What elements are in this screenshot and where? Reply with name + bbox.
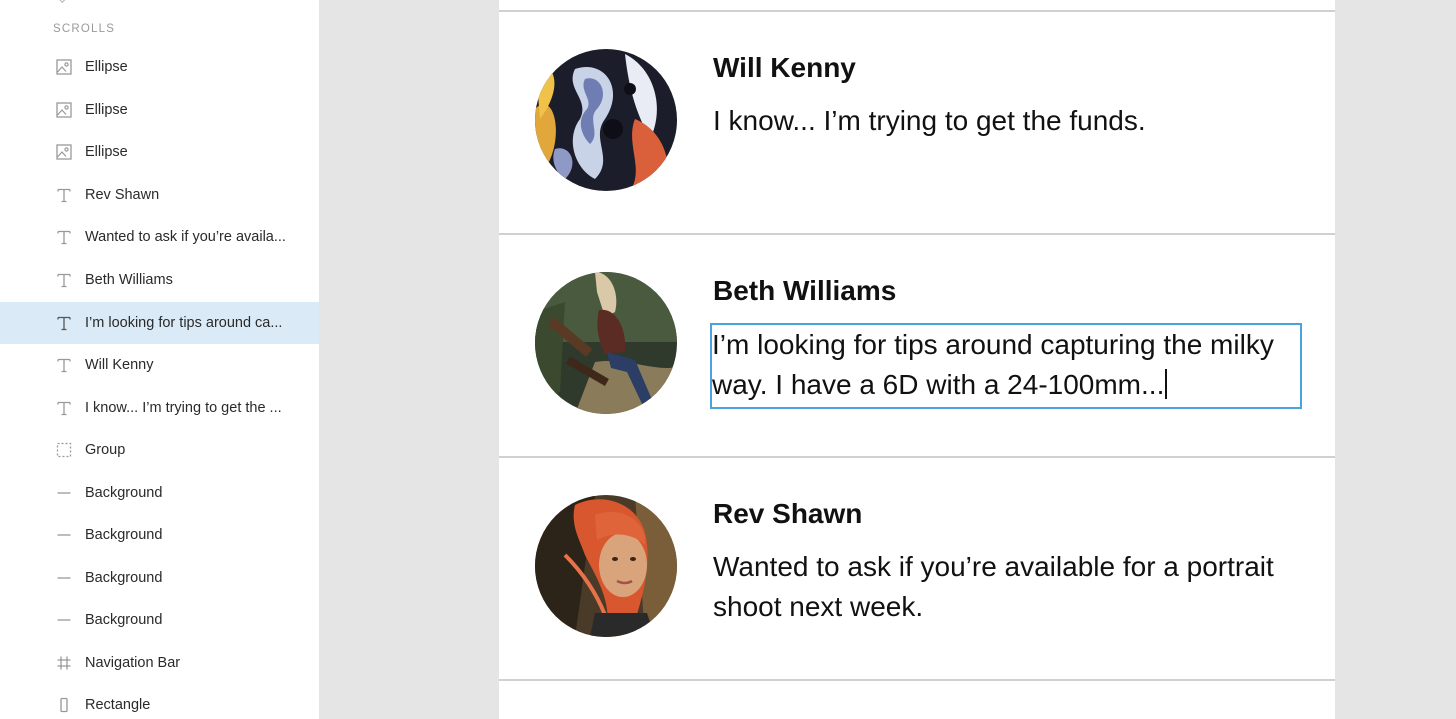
layer-item-looking-for-tips[interactable]: I’m looking for tips around ca... [0,302,319,344]
layer-item-navigation-bar[interactable]: Navigation Bar [0,642,319,684]
layer-item-ellipse-1[interactable]: Ellipse [0,46,319,88]
layers-section-title: SCROLLS [53,23,116,35]
layer-label: Background [85,527,163,543]
avatar[interactable] [535,495,677,637]
avatar[interactable] [535,49,677,191]
layer-label: Will Kenny [85,357,154,373]
text-icon [55,315,72,332]
message-sender-name[interactable]: Will Kenny [713,52,856,84]
layer-item-beth-williams[interactable]: Beth Williams [0,259,319,301]
layer-item-background-4[interactable]: Background [0,599,319,641]
layer-label: Beth Williams [85,272,173,288]
layer-label: Ellipse [85,144,128,160]
layers-panel: SCROLLS Ellipse Ellipse Ellipse Rev Shaw… [0,0,319,719]
layer-label: Ellipse [85,102,128,118]
layer-label: Background [85,612,163,628]
layer-item-i-know[interactable]: I know... I’m trying to get the ... [0,387,319,429]
line-icon [55,612,72,629]
line-icon [55,485,72,502]
layer-label: Ellipse [85,59,128,75]
text-icon [55,400,72,417]
message-row[interactable]: Rev Shawn Wanted to ask if you’re availa… [499,458,1335,679]
text-icon [55,187,72,204]
frame-icon [55,655,72,672]
image-icon [55,102,72,119]
text-caret [1165,369,1168,399]
layer-item-group[interactable]: Group [0,429,319,471]
layer-label: Wanted to ask if you’re availa... [85,229,286,245]
text-icon [55,272,72,289]
message-row[interactable]: Will Kenny I know... I’m trying to get t… [499,12,1335,233]
layer-item-background-3[interactable]: Background [0,557,319,599]
layer-label: Background [85,485,163,501]
layer-label: Rev Shawn [85,187,160,203]
line-icon [55,527,72,544]
layer-item-ellipse-2[interactable]: Ellipse [0,89,319,131]
message-row[interactable]: Beth Williams I’m looking for tips aroun… [499,235,1335,456]
layer-label: Rectangle [85,697,151,713]
line-icon [55,570,72,587]
image-icon [55,59,72,76]
chevron-down-icon[interactable] [58,0,68,3]
rectangle-icon [55,697,72,714]
message-text: I’m looking for tips around capturing th… [712,329,1274,400]
message-sender-name[interactable]: Rev Shawn [713,498,862,530]
message-sender-name[interactable]: Beth Williams [713,275,896,307]
layer-item-ellipse-3[interactable]: Ellipse [0,131,319,173]
text-icon [55,357,72,374]
layer-item-will-kenny[interactable]: Will Kenny [0,344,319,386]
layer-label: Navigation Bar [85,655,181,671]
layer-label: I’m looking for tips around ca... [85,315,283,331]
layer-label: Background [85,570,163,586]
image-icon [55,144,72,161]
message-text[interactable]: I know... I’m trying to get the funds. [713,101,1303,141]
group-icon [55,442,72,459]
text-icon [55,229,72,246]
layer-item-rev-shawn[interactable]: Rev Shawn [0,174,319,216]
layer-item-background-2[interactable]: Background [0,514,319,556]
message-text-editing[interactable]: I’m looking for tips around capturing th… [710,323,1302,409]
artboard[interactable]: Will Kenny I know... I’m trying to get t… [499,0,1335,719]
divider [499,679,1335,681]
message-text[interactable]: Wanted to ask if you’re available for a … [713,547,1303,627]
layer-item-background-1[interactable]: Background [0,472,319,514]
avatar[interactable] [535,272,677,414]
layer-label: I know... I’m trying to get the ... [85,400,282,416]
layer-item-rectangle[interactable]: Rectangle [0,684,319,719]
layer-item-wanted-to-ask[interactable]: Wanted to ask if you’re availa... [0,216,319,258]
layer-label: Group [85,442,126,458]
